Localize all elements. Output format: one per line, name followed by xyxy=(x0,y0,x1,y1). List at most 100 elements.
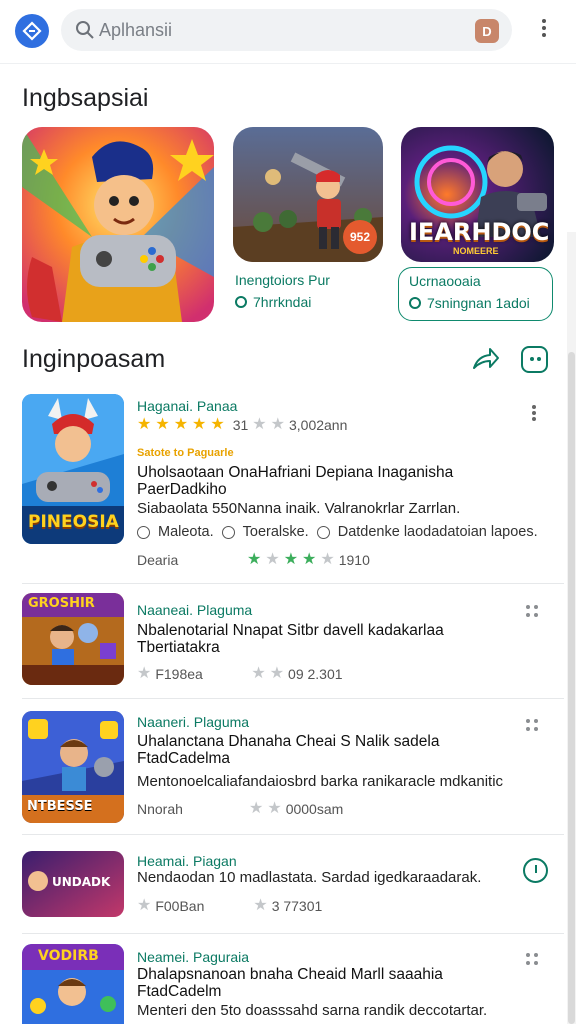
app-thumbnail[interactable]: VODIRB xyxy=(22,944,124,1024)
emoji-face-icon[interactable] xyxy=(521,346,548,373)
search-bar[interactable]: Aplhansii D xyxy=(61,9,512,51)
thumbnail-logo-text: VODIRB xyxy=(38,948,99,964)
star-icon: ★ xyxy=(155,416,170,433)
list-section-title: Inginpoasam xyxy=(22,345,166,373)
thumbnail-logo-text: PINEOSIA xyxy=(28,512,119,532)
scrollbar-thumb[interactable] xyxy=(568,352,575,1024)
divider xyxy=(22,698,564,699)
rating-value: 09 2.301 xyxy=(288,666,343,682)
featured-tile-3[interactable]: IEARHDOC NOMEERE xyxy=(401,127,554,262)
app-title[interactable]: Dhalapsnanoan bnaha Cheaid Marll saaahia… xyxy=(137,966,482,1000)
featured-tile-main[interactable] xyxy=(22,127,214,322)
star-icon: ★ xyxy=(320,551,335,568)
app-description: Siabaolata 550Nanna inaik. Valranokrlar … xyxy=(137,500,461,517)
app-thumbnail[interactable]: UNDADK xyxy=(22,851,124,917)
star-icon: ★ xyxy=(302,551,317,568)
star-icon: ★ xyxy=(192,416,207,433)
star-icon: ★ xyxy=(137,897,152,914)
app-category: Haganai. Panaa xyxy=(137,398,238,414)
footer-value: 1910 xyxy=(338,552,370,568)
star-icon: ★ xyxy=(210,416,225,433)
promo-badge: Satote to Paguarle xyxy=(137,447,234,459)
rating-value: 3 77301 xyxy=(271,898,323,914)
app-thumbnail[interactable]: NTBESSE xyxy=(22,711,124,823)
rating-text: F00Ban xyxy=(155,898,205,914)
app-title[interactable]: Uholsaotaan OnaHafriani Depiana Inaganis… xyxy=(137,464,482,498)
more-vert-icon[interactable] xyxy=(536,16,552,44)
app-footer-rating: Dearia ★ ★ ★ ★ ★ 1910 xyxy=(137,551,370,569)
download-count: 3,002ann xyxy=(288,417,348,433)
divider xyxy=(22,834,564,835)
featured-tile-2-meta-text: 7hrrkndai xyxy=(253,294,312,310)
app-rating: ★ F198ea ★ ★ 09 2.301 xyxy=(137,665,343,683)
tag-label: Datdenke laodadatoian lapoes. xyxy=(337,524,538,540)
app-title[interactable]: Uhalanctana Dhanaha Cheai S Nalik sadela… xyxy=(137,733,477,767)
app-category: Naaneri. Plaguma xyxy=(137,714,250,730)
account-badge[interactable]: D xyxy=(475,19,499,43)
grid-dots-icon[interactable] xyxy=(526,953,540,967)
featured-tile-3-meta-text: 7sningnan 1adoi xyxy=(427,295,530,311)
app-description: Mentonoelcaliafandaiosbrd barka ranikara… xyxy=(137,773,504,790)
app-category: Naaneai. Plaguma xyxy=(137,602,253,618)
search-icon xyxy=(76,21,94,39)
star-icon: ★ xyxy=(137,665,152,682)
more-vert-icon[interactable] xyxy=(528,403,540,427)
download-icon xyxy=(235,296,247,308)
app-category: Heamai. Piagan xyxy=(137,853,237,869)
app-rating: Nnorah ★ ★ 0000sam xyxy=(137,800,344,818)
search-input[interactable]: Aplhansii xyxy=(99,20,172,41)
star-icon: ★ xyxy=(173,416,189,433)
star-icon: ★ xyxy=(137,416,152,433)
app-title[interactable]: Nbalenotarial Nnapat Sitbr davell kadaka… xyxy=(137,622,497,656)
app-tags: Maleota. Toeralske. Datdenke laodadatoia… xyxy=(137,524,538,540)
star-icon: ★ xyxy=(253,897,268,914)
divider xyxy=(22,583,564,584)
rating-text: F198ea xyxy=(155,666,203,682)
thumbnail-logo-text: NTBESSE xyxy=(27,799,93,814)
app-thumbnail[interactable]: GROSHIR xyxy=(22,593,124,685)
star-icon: ★ xyxy=(247,551,262,568)
star-icon: ★ xyxy=(270,416,285,433)
tag-label: Toeralske. xyxy=(242,524,309,540)
app-description: Menteri den 5to doasssahd sarna randik d… xyxy=(137,1002,488,1019)
thumbnail-logo-text: GROSHIR xyxy=(28,596,95,611)
top-app-bar: Aplhansii D xyxy=(0,0,576,64)
star-icon: ★ xyxy=(265,551,280,568)
featured-tile-2[interactable]: 952 xyxy=(233,127,383,262)
game-logo-text: IEARHDOC xyxy=(409,218,550,246)
featured-tile-2-meta: 7hrrkndai xyxy=(235,294,311,310)
divider xyxy=(22,933,564,934)
tag-label: Maleota. xyxy=(158,524,214,540)
featured-tile-3-name[interactable]: Ucrnaooaia xyxy=(409,273,481,289)
info-icon[interactable] xyxy=(523,858,548,883)
app-logo-icon[interactable] xyxy=(15,14,49,48)
grid-dots-icon[interactable] xyxy=(526,719,540,733)
app-rating: ★ ★ ★ ★ ★ 31 ★ ★ 3,002ann xyxy=(137,416,348,434)
rating-text: Nnorah xyxy=(137,801,183,817)
featured-tile-3-meta: 7sningnan 1adoi xyxy=(409,295,530,311)
app-thumbnail[interactable]: PINEOSIA xyxy=(22,394,124,544)
tag-icon xyxy=(137,525,150,539)
game-logo-subtitle: NOMEERE xyxy=(453,246,499,256)
download-icon xyxy=(409,297,421,309)
featured-tile-2-name[interactable]: Inengtoiors Pur xyxy=(235,272,330,288)
app-category: Neamei. Paguraia xyxy=(137,949,250,965)
rating-value: 0000sam xyxy=(285,801,344,817)
tag-icon xyxy=(221,525,235,539)
featured-section-title: Ingbsapsiai xyxy=(22,84,149,112)
star-icon: ★ xyxy=(269,665,285,682)
app-description: Nendaodan 10 madlastata. Sardad igedkara… xyxy=(137,869,482,886)
thumbnail-logo-text: UNDADK xyxy=(52,875,111,889)
star-icon: ★ xyxy=(252,416,267,433)
app-rating: ★ F00Ban ★ 3 77301 xyxy=(137,897,323,915)
footer-label: Dearia xyxy=(137,552,179,568)
share-icon[interactable] xyxy=(470,346,500,372)
star-icon: ★ xyxy=(251,665,266,682)
star-icon: ★ xyxy=(283,551,299,568)
star-icon: ★ xyxy=(267,800,282,817)
star-icon: ★ xyxy=(249,800,264,817)
grid-dots-icon[interactable] xyxy=(526,605,540,619)
rating-number: 31 xyxy=(232,417,249,433)
tag-icon xyxy=(316,525,330,539)
score-badge: 952 xyxy=(343,220,377,254)
